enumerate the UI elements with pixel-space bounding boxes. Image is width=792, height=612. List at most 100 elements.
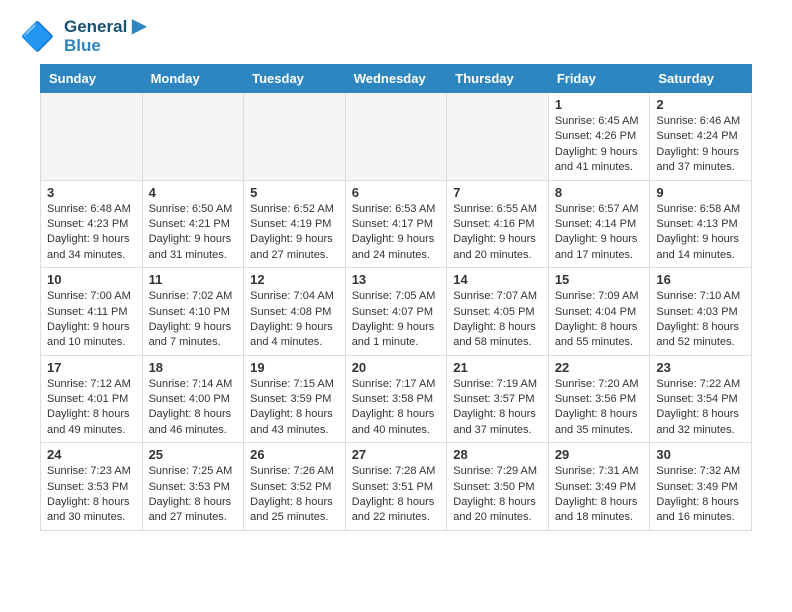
calendar-cell: 19Sunrise: 7:15 AM Sunset: 3:59 PM Dayli… (244, 355, 346, 443)
calendar-cell: 21 Sunrise: 7:19 AM Sunset: 3:57 PM Dayli… (447, 355, 549, 443)
calendar-cell: 20Sunrise: 7:17 AM Sunset: 3:58 PM Dayli… (345, 355, 447, 443)
day-number: 12 (250, 272, 339, 287)
logo-general: General (64, 17, 127, 36)
calendar-cell: 15 Sunrise: 7:09 AM Sunset: 4:04 PM Dayli… (548, 268, 650, 356)
day-number: 8 (555, 185, 644, 200)
day-info: Sunrise: 7:20 AM Sunset: 3:56 PM Dayligh… (555, 377, 644, 439)
day-info: Sunrise: 7:00 AM Sunset: 4:11 PM Dayligh… (47, 289, 136, 351)
col-thursday: Thursday (447, 65, 549, 93)
day-number: 13 (352, 272, 441, 287)
day-number: 27 (352, 447, 441, 462)
calendar-cell: 16Sunrise: 7:10 AM Sunset: 4:03 PM Dayli… (650, 268, 752, 356)
col-wednesday: Wednesday (345, 65, 447, 93)
weekday-row: Sunday Monday Tuesday Wednesday Thursday… (41, 65, 752, 93)
calendar-body: 1 Sunrise: 6:45 AM Sunset: 4:26 PM Daylig… (41, 93, 752, 531)
calendar-cell: 18 Sunrise: 7:14 AM Sunset: 4:00 PM Dayli… (142, 355, 244, 443)
page-header: 🔷 General ▶ Blue (0, 0, 792, 64)
calendar-cell: 25 Sunrise: 7:25 AM Sunset: 3:53 PM Dayli… (142, 443, 244, 531)
day-info: Sunrise: 7:28 AM Sunset: 3:51 PM Dayligh… (352, 464, 441, 526)
day-number: 23 (656, 360, 745, 375)
day-number: 25 (149, 447, 238, 462)
day-info: Sunrise: 7:22 AM Sunset: 3:54 PM Dayligh… (656, 377, 745, 439)
page-container: 🔷 General ▶ Blue (0, 0, 792, 551)
day-info: Sunrise: 6:55 AM Sunset: 4:16 PM Dayligh… (453, 202, 542, 264)
calendar-cell: 10 Sunrise: 7:00 AM Sunset: 4:11 PM Dayli… (41, 268, 143, 356)
day-info: Sunrise: 6:58 AM Sunset: 4:13 PM Dayligh… (656, 202, 745, 264)
day-number: 20 (352, 360, 441, 375)
calendar-cell: 30Sunrise: 7:32 AM Sunset: 3:49 PM Dayli… (650, 443, 752, 531)
day-info: Sunrise: 6:53 AM Sunset: 4:17 PM Dayligh… (352, 202, 441, 264)
calendar-cell: 28Sunrise: 7:29 AM Sunset: 3:50 PM Dayli… (447, 443, 549, 531)
calendar-cell: 2Sunrise: 6:46 AM Sunset: 4:24 PM Daylig… (650, 93, 752, 181)
logo-bird-icon: ▶ (132, 15, 147, 37)
day-info: Sunrise: 6:50 AM Sunset: 4:21 PM Dayligh… (149, 202, 238, 264)
calendar-cell: 23 Sunrise: 7:22 AM Sunset: 3:54 PM Dayli… (650, 355, 752, 443)
day-number: 16 (656, 272, 745, 287)
day-number: 6 (352, 185, 441, 200)
calendar-cell: 14 Sunrise: 7:07 AM Sunset: 4:05 PM Dayli… (447, 268, 549, 356)
day-number: 24 (47, 447, 136, 462)
day-info: Sunrise: 7:19 AM Sunset: 3:57 PM Dayligh… (453, 377, 542, 439)
calendar-cell (447, 93, 549, 181)
day-number: 3 (47, 185, 136, 200)
day-info: Sunrise: 6:57 AM Sunset: 4:14 PM Dayligh… (555, 202, 644, 264)
calendar-cell: 8 Sunrise: 6:57 AM Sunset: 4:14 PM Daylig… (548, 180, 650, 268)
day-number: 4 (149, 185, 238, 200)
day-info: Sunrise: 6:45 AM Sunset: 4:26 PM Dayligh… (555, 114, 644, 176)
day-info: Sunrise: 7:09 AM Sunset: 4:04 PM Dayligh… (555, 289, 644, 351)
calendar-cell (41, 93, 143, 181)
day-info: Sunrise: 7:14 AM Sunset: 4:00 PM Dayligh… (149, 377, 238, 439)
calendar-cell: 22 Sunrise: 7:20 AM Sunset: 3:56 PM Dayli… (548, 355, 650, 443)
day-number: 19 (250, 360, 339, 375)
day-info: Sunrise: 7:02 AM Sunset: 4:10 PM Dayligh… (149, 289, 238, 351)
day-info: Sunrise: 7:25 AM Sunset: 3:53 PM Dayligh… (149, 464, 238, 526)
calendar-cell: 17Sunrise: 7:12 AM Sunset: 4:01 PM Dayli… (41, 355, 143, 443)
day-number: 1 (555, 97, 644, 112)
calendar-cell: 3 Sunrise: 6:48 AM Sunset: 4:23 PM Daylig… (41, 180, 143, 268)
calendar-header: Sunday Monday Tuesday Wednesday Thursday… (41, 65, 752, 93)
calendar-week-1: 1 Sunrise: 6:45 AM Sunset: 4:26 PM Daylig… (41, 93, 752, 181)
day-number: 10 (47, 272, 136, 287)
day-info: Sunrise: 7:26 AM Sunset: 3:52 PM Dayligh… (250, 464, 339, 526)
calendar-cell: 29 Sunrise: 7:31 AM Sunset: 3:49 PM Dayli… (548, 443, 650, 531)
day-number: 15 (555, 272, 644, 287)
day-number: 14 (453, 272, 542, 287)
logo-blue: Blue (64, 36, 101, 55)
day-number: 7 (453, 185, 542, 200)
day-info: Sunrise: 7:04 AM Sunset: 4:08 PM Dayligh… (250, 289, 339, 351)
logo: 🔷 General ▶ Blue (20, 16, 147, 56)
logo-icon: 🔷 (20, 16, 60, 56)
day-info: Sunrise: 7:31 AM Sunset: 3:49 PM Dayligh… (555, 464, 644, 526)
day-number: 21 (453, 360, 542, 375)
calendar-wrapper: Sunday Monday Tuesday Wednesday Thursday… (0, 64, 792, 551)
col-tuesday: Tuesday (244, 65, 346, 93)
day-number: 9 (656, 185, 745, 200)
calendar-cell (244, 93, 346, 181)
col-monday: Monday (142, 65, 244, 93)
day-number: 28 (453, 447, 542, 462)
day-number: 11 (149, 272, 238, 287)
calendar-cell: 12 Sunrise: 7:04 AM Sunset: 4:08 PM Dayli… (244, 268, 346, 356)
day-number: 29 (555, 447, 644, 462)
calendar-cell: 4 Sunrise: 6:50 AM Sunset: 4:21 PM Daylig… (142, 180, 244, 268)
calendar-cell: 9 Sunrise: 6:58 AM Sunset: 4:13 PM Daylig… (650, 180, 752, 268)
day-number: 22 (555, 360, 644, 375)
calendar-cell: 7 Sunrise: 6:55 AM Sunset: 4:16 PM Daylig… (447, 180, 549, 268)
day-info: Sunrise: 7:05 AM Sunset: 4:07 PM Dayligh… (352, 289, 441, 351)
day-info: Sunrise: 6:48 AM Sunset: 4:23 PM Dayligh… (47, 202, 136, 264)
day-number: 26 (250, 447, 339, 462)
col-sunday: Sunday (41, 65, 143, 93)
day-info: Sunrise: 7:07 AM Sunset: 4:05 PM Dayligh… (453, 289, 542, 351)
calendar-cell (345, 93, 447, 181)
day-info: Sunrise: 7:23 AM Sunset: 3:53 PM Dayligh… (47, 464, 136, 526)
day-number: 18 (149, 360, 238, 375)
day-info: Sunrise: 6:52 AM Sunset: 4:19 PM Dayligh… (250, 202, 339, 264)
day-number: 5 (250, 185, 339, 200)
day-info: Sunrise: 7:12 AM Sunset: 4:01 PM Dayligh… (47, 377, 136, 439)
calendar-cell: 1 Sunrise: 6:45 AM Sunset: 4:26 PM Daylig… (548, 93, 650, 181)
day-number: 2 (656, 97, 745, 112)
svg-text:🔷: 🔷 (20, 20, 55, 53)
calendar-week-3: 10 Sunrise: 7:00 AM Sunset: 4:11 PM Dayli… (41, 268, 752, 356)
calendar-cell: 11 Sunrise: 7:02 AM Sunset: 4:10 PM Dayli… (142, 268, 244, 356)
calendar-week-2: 3 Sunrise: 6:48 AM Sunset: 4:23 PM Daylig… (41, 180, 752, 268)
